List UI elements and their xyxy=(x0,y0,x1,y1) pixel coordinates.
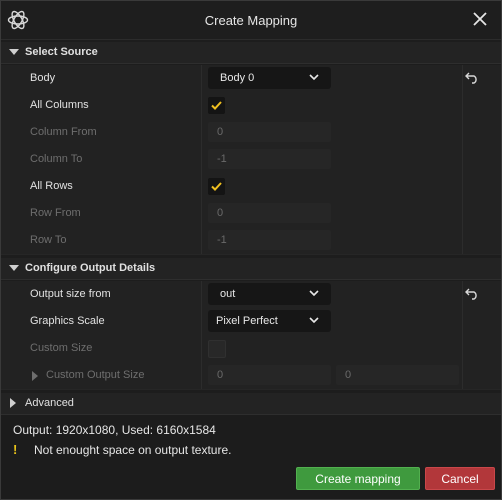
section-title: Select Source xyxy=(25,46,98,58)
divider xyxy=(201,173,202,200)
output-size-from-dropdown[interactable]: out xyxy=(208,283,331,305)
row-column-to: Column To -1 xyxy=(1,146,501,174)
divider xyxy=(201,335,202,362)
row-to-field: -1 xyxy=(208,230,331,250)
column-from-value: 0 xyxy=(217,126,224,138)
body-dropdown-value: Body 0 xyxy=(220,72,255,84)
warning-icon: ! xyxy=(13,442,18,457)
row-custom-output-size: Custom Output Size 0 0 xyxy=(1,362,501,390)
graphics-scale-dropdown[interactable]: Pixel Perfect xyxy=(208,310,331,332)
column-to-field: -1 xyxy=(208,149,331,169)
row-graphics-scale: Graphics Scale Pixel Perfect xyxy=(1,308,501,336)
close-icon[interactable] xyxy=(471,10,489,28)
section-advanced[interactable]: Advanced xyxy=(1,393,501,415)
divider xyxy=(201,65,202,92)
output-size-from-value: out xyxy=(220,288,236,300)
divider xyxy=(462,65,463,92)
divider xyxy=(462,227,463,254)
divider xyxy=(201,227,202,254)
chevron-down-icon xyxy=(9,265,19,271)
output-size-from-label: Output size from xyxy=(30,288,111,300)
row-all-columns: All Columns xyxy=(1,92,501,120)
divider xyxy=(201,281,202,308)
row-column-from: Column From 0 xyxy=(1,119,501,147)
cancel-button[interactable]: Cancel xyxy=(425,467,495,490)
row-row-to: Row To -1 xyxy=(1,227,501,255)
warning-message: Not enought space on output texture. xyxy=(34,443,232,457)
divider xyxy=(462,308,463,335)
footer: Output: 1920x1080, Used: 6160x1584 ! Not… xyxy=(1,415,501,499)
body-label: Body xyxy=(30,72,56,84)
column-to-value: -1 xyxy=(217,153,227,165)
column-from-label: Column From xyxy=(30,126,97,138)
custom-size-checkbox xyxy=(208,340,226,358)
reset-arrow-icon[interactable] xyxy=(465,288,479,300)
divider xyxy=(201,362,202,389)
row-row-from: Row From 0 xyxy=(1,200,501,228)
all-rows-label: All Rows xyxy=(30,180,73,192)
chevron-down-icon xyxy=(309,74,319,81)
dialog-title: Create Mapping xyxy=(204,13,298,28)
graphics-scale-label: Graphics Scale xyxy=(30,315,105,327)
checkmark-icon xyxy=(211,182,222,191)
divider xyxy=(462,173,463,200)
chevron-down-icon xyxy=(9,49,19,55)
custom-height-value: 0 xyxy=(345,369,352,381)
row-from-value: 0 xyxy=(217,207,224,219)
column-to-label: Column To xyxy=(30,153,83,165)
output-info: Output: 1920x1080, Used: 6160x1584 xyxy=(13,423,216,437)
chevron-right-icon xyxy=(32,371,38,381)
graphics-scale-value: Pixel Perfect xyxy=(216,315,278,327)
row-from-label: Row From xyxy=(30,207,81,219)
row-body: Body Body 0 xyxy=(1,65,501,93)
divider xyxy=(462,92,463,119)
divider xyxy=(462,281,463,308)
custom-output-size-label: Custom Output Size xyxy=(46,369,145,381)
row-output-size-from: Output size from out xyxy=(1,281,501,309)
custom-width-field: 0 xyxy=(208,365,331,385)
custom-height-field: 0 xyxy=(336,365,459,385)
row-from-field: 0 xyxy=(208,203,331,223)
section-title: Advanced xyxy=(25,397,74,409)
row-all-rows: All Rows xyxy=(1,173,501,201)
divider xyxy=(201,119,202,146)
all-columns-label: All Columns xyxy=(30,99,89,111)
row-to-label: Row To xyxy=(30,234,67,246)
title-bar: Create Mapping xyxy=(1,1,501,40)
divider xyxy=(462,200,463,227)
body-dropdown[interactable]: Body 0 xyxy=(208,67,331,89)
custom-size-label: Custom Size xyxy=(30,342,93,354)
divider xyxy=(201,308,202,335)
chevron-down-icon xyxy=(309,317,319,324)
row-custom-size: Custom Size xyxy=(1,335,501,363)
all-columns-checkbox[interactable] xyxy=(208,97,225,114)
divider xyxy=(201,146,202,173)
all-rows-checkbox[interactable] xyxy=(208,178,225,195)
section-select-source[interactable]: Select Source xyxy=(1,42,501,64)
divider xyxy=(462,335,463,362)
custom-width-value: 0 xyxy=(217,369,224,381)
reset-arrow-icon[interactable] xyxy=(465,72,479,84)
column-from-field: 0 xyxy=(208,122,331,142)
chevron-right-icon xyxy=(10,398,16,408)
section-title: Configure Output Details xyxy=(25,262,156,274)
divider xyxy=(201,92,202,119)
row-to-value: -1 xyxy=(217,234,227,246)
divider xyxy=(462,119,463,146)
divider xyxy=(462,146,463,173)
create-mapping-button[interactable]: Create mapping xyxy=(296,467,420,490)
checkmark-icon xyxy=(211,101,222,110)
chevron-down-icon xyxy=(309,290,319,297)
divider xyxy=(462,362,463,389)
section-configure-output[interactable]: Configure Output Details xyxy=(1,258,501,280)
divider xyxy=(201,200,202,227)
create-mapping-dialog: Create Mapping Select Source Body Body 0… xyxy=(0,0,502,500)
